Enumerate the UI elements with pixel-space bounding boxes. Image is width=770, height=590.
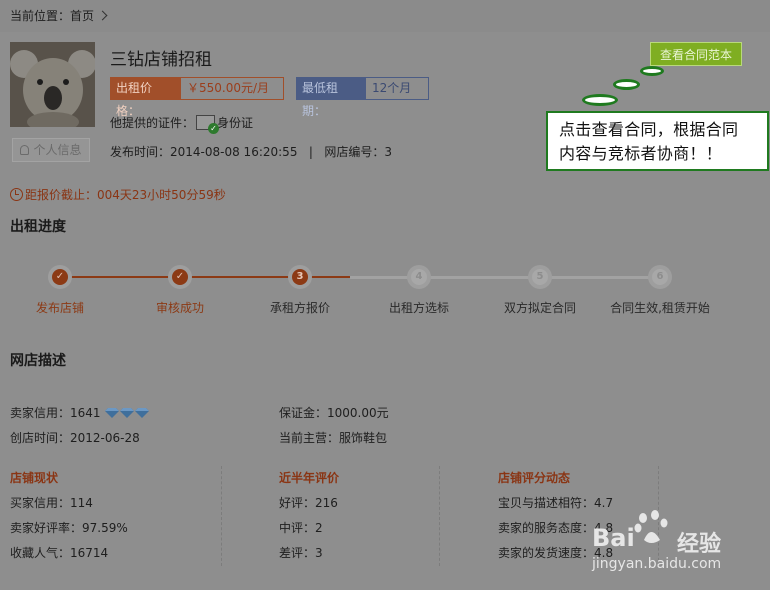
watermark-suffix: 经验 xyxy=(677,532,722,557)
annotation-callout: 点击查看合同，根据合同 内容与竞标者协商！！ xyxy=(546,111,769,171)
step-label: 双方拟定合同 xyxy=(503,301,576,315)
clock-icon xyxy=(10,188,23,201)
step-label: 承租方报价 xyxy=(269,301,330,315)
column-title-status: 店铺现状 xyxy=(10,471,59,485)
column-line: 收藏人气：16714 xyxy=(10,546,109,560)
koala-image xyxy=(10,42,95,127)
chevron-right-icon xyxy=(97,10,108,21)
bid-deadline: 距报价截止：004天23小时50分59秒 xyxy=(10,186,226,203)
column-title-ratings: 店铺评分动态 xyxy=(498,471,571,485)
rent-price-label: 出租价格： xyxy=(110,77,180,118)
main-business: 当前主营：服饰鞋包 xyxy=(279,431,388,445)
certificate-value: 身份证 xyxy=(217,116,254,130)
created-date: 创店时间：2012-06-28 xyxy=(10,431,140,445)
shop-number: 网店编号：3 xyxy=(324,145,393,159)
check-icon: ✓ xyxy=(172,269,188,285)
callout-bubble xyxy=(582,94,618,106)
column-divider xyxy=(221,466,222,566)
certificate-label: 他提供的证件： xyxy=(110,116,195,130)
check-icon: ✓ xyxy=(52,269,68,285)
callout-bubble xyxy=(640,66,664,76)
publish-info: 发布时间：2014-08-08 16:20:55 | 网店编号：3 xyxy=(110,143,392,160)
step-number: 3 xyxy=(292,269,308,285)
shop-title: 三钻店铺招租 xyxy=(110,50,212,70)
personal-info-label: 个人信息 xyxy=(33,143,82,157)
min-term-value: 12个月 xyxy=(365,77,429,100)
progress-title: 出租进度 xyxy=(10,219,66,235)
deadline-text: 距报价截止：004天23小时50分59秒 xyxy=(25,188,226,202)
publish-time: 发布时间：2014-08-08 16:20:55 xyxy=(110,145,298,159)
deposit: 保证金：1000.00元 xyxy=(279,406,389,420)
seller-credit: 卖家信用：1641 xyxy=(10,404,150,421)
verified-check-icon: ✓ xyxy=(208,123,220,134)
step-label: 出租方选标 xyxy=(388,301,449,315)
min-term-label: 最低租期： xyxy=(296,77,365,118)
view-contract-button[interactable]: 查看合同范本 xyxy=(650,42,742,66)
column-divider xyxy=(439,466,440,566)
callout-line: 点击查看合同，根据合同 xyxy=(559,120,739,139)
description-title: 网店描述 xyxy=(10,353,66,369)
step-number: 6 xyxy=(652,269,668,285)
progress-line-todo xyxy=(350,276,655,279)
step-number: 4 xyxy=(411,269,427,285)
min-term: 最低租期： 12个月 xyxy=(296,77,429,118)
breadcrumb-label: 当前位置：首页 xyxy=(10,9,95,23)
column-line: 买家信用：114 xyxy=(10,496,93,510)
column-title-reviews: 近半年评价 xyxy=(279,471,340,485)
column-line: 卖家好评率：97.59% xyxy=(10,521,128,535)
breadcrumb-bar: 当前位置：首页 xyxy=(0,0,770,32)
column-line: 中评：2 xyxy=(279,521,323,535)
column-line: 差评：3 xyxy=(279,546,323,560)
diamond-icon xyxy=(135,408,150,418)
paw-icon xyxy=(634,510,668,543)
step-label: 合同生效,租赁开始 xyxy=(610,301,710,315)
diamond-icon xyxy=(120,408,135,418)
user-icon xyxy=(20,145,30,155)
rent-price: 出租价格： ￥550.00元/月 xyxy=(110,77,284,118)
id-card-icon: ✓ xyxy=(196,115,220,134)
step-label: 审核成功 xyxy=(155,301,204,315)
baidu-jingyan-watermark: Bai 经验 jingyan.baidu.com xyxy=(592,508,742,580)
seller-credit-text: 卖家信用：1641 xyxy=(10,406,101,420)
shop-avatar xyxy=(10,42,95,127)
personal-info-button[interactable]: 个人信息 xyxy=(12,138,90,162)
callout-bubble xyxy=(613,79,640,90)
breadcrumb[interactable]: 当前位置：首页 xyxy=(10,7,108,24)
watermark-brand: Bai xyxy=(592,524,635,552)
certificate-row: 他提供的证件： ✓ 身份证 xyxy=(110,114,254,134)
step-number: 5 xyxy=(532,269,548,285)
step-label: 发布店铺 xyxy=(35,301,84,315)
watermark-url: jingyan.baidu.com xyxy=(592,556,722,572)
rent-price-value: ￥550.00元/月 xyxy=(180,77,284,100)
column-line: 好评：216 xyxy=(279,496,338,510)
callout-line: 内容与竞标者协商！！ xyxy=(559,144,723,163)
diamond-icon xyxy=(105,408,120,418)
separator: | xyxy=(301,145,321,159)
